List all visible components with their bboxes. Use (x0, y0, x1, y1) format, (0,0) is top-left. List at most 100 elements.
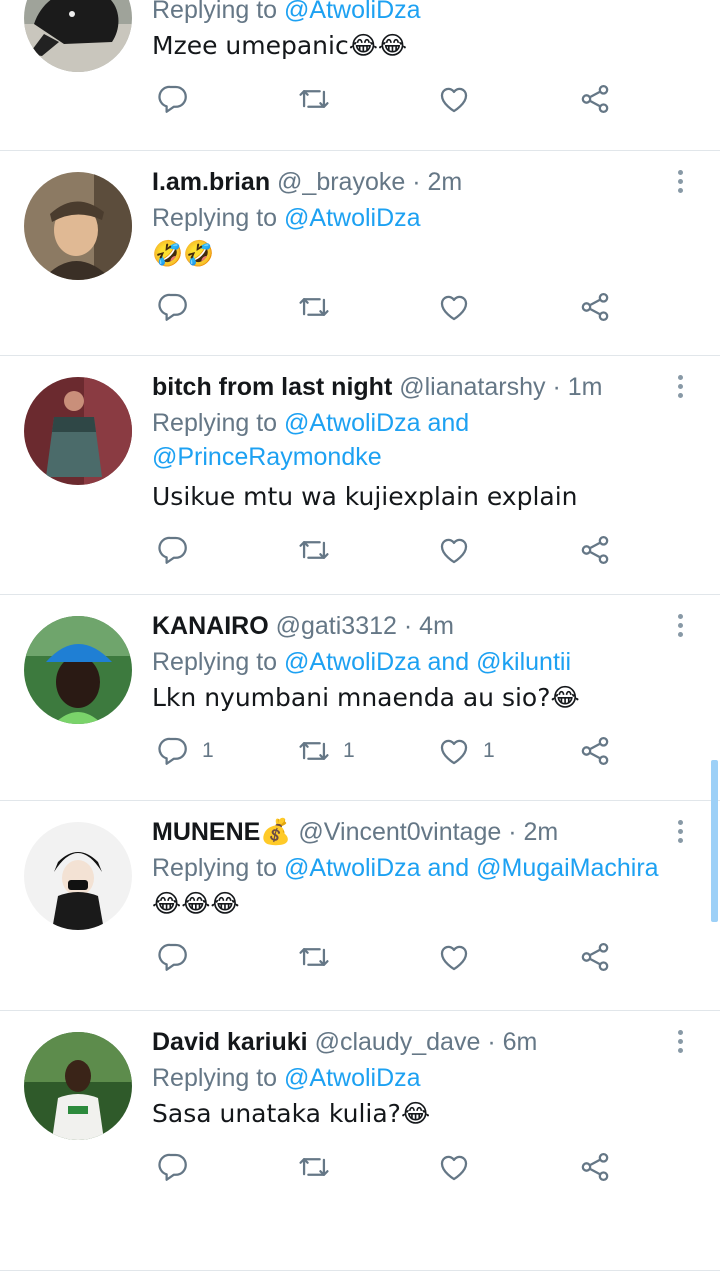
tweet-card: Replying to @AtwoliDza Mzee umepanic😂😂 (0, 0, 720, 151)
author-handle[interactable]: @lianatarshy (399, 373, 545, 401)
retweet-button[interactable] (297, 940, 343, 974)
retweet-button[interactable]: 1 (297, 734, 355, 768)
retweet-icon (297, 533, 331, 567)
avatar[interactable] (24, 1032, 132, 1140)
like-icon (437, 290, 471, 324)
retweet-icon (297, 82, 331, 116)
tweet-header: I.am.brian @_brayoke · 2m (152, 166, 462, 198)
reply-button[interactable]: 1 (156, 734, 214, 768)
avatar[interactable] (24, 822, 132, 930)
replying-to: Replying to @AtwoliDza (152, 1062, 421, 1094)
share-button[interactable] (578, 82, 612, 116)
tweet-card: I.am.brian @_brayoke · 2m Replying to @At… (0, 150, 720, 356)
reply-button[interactable] (156, 82, 202, 116)
tweet-time: · 2m (508, 818, 559, 846)
more-vertical-icon[interactable] (669, 614, 691, 644)
replying-to: Replying to @AtwoliDza (152, 202, 421, 234)
retweet-button[interactable] (297, 290, 343, 324)
replying-label: Replying to (152, 204, 278, 232)
retweet-button[interactable] (297, 1150, 343, 1184)
reply-button[interactable] (156, 290, 202, 324)
retweet-icon (297, 734, 331, 768)
tweet-text: 🤣🤣 (152, 239, 215, 268)
like-count: 1 (483, 739, 495, 762)
replying-to-continued: @PrinceRaymondke (152, 441, 382, 473)
mention-link[interactable]: @AtwoliDza and @kiluntii (284, 648, 571, 676)
tweet-text: Sasa unataka kulia?😂 (152, 1099, 431, 1128)
avatar[interactable] (24, 377, 132, 485)
replying-to: Replying to @AtwoliDza (152, 0, 421, 26)
tweet-text: 😂😂😂 (152, 889, 240, 918)
like-icon (437, 940, 471, 974)
author-handle[interactable]: @_brayoke (277, 168, 405, 196)
share-icon (578, 734, 612, 768)
tweet-time: · 6m (487, 1028, 538, 1056)
reply-button[interactable] (156, 533, 202, 567)
mention-link[interactable]: @AtwoliDza (284, 204, 421, 232)
mention-link[interactable]: @PrinceRaymondke (152, 443, 382, 471)
tweet-text: Mzee umepanic😂😂 (152, 31, 408, 60)
share-button[interactable] (578, 1150, 612, 1184)
replying-to: Replying to @AtwoliDza and (152, 407, 469, 439)
more-vertical-icon[interactable] (669, 170, 691, 200)
more-vertical-icon[interactable] (669, 820, 691, 850)
tweet-time: · 1m (552, 373, 603, 401)
author-handle[interactable]: @Vincent0vintage (298, 818, 501, 846)
like-button[interactable]: 1 (437, 734, 495, 768)
author-handle[interactable]: @gati3312 (276, 612, 397, 640)
more-vertical-icon[interactable] (669, 1030, 691, 1060)
reply-icon (156, 533, 190, 567)
tweet-card: David kariuki @claudy_dave · 6m Replying … (0, 1010, 720, 1271)
author-name[interactable]: David kariuki (152, 1028, 308, 1056)
reply-button[interactable] (156, 1150, 202, 1184)
author-name[interactable]: MUNENE💰 (152, 818, 291, 846)
replying-to: Replying to @AtwoliDza and @kiluntii (152, 646, 571, 678)
like-icon (437, 533, 471, 567)
author-name[interactable]: KANAIRO (152, 612, 269, 640)
like-icon (437, 82, 471, 116)
share-button[interactable] (578, 734, 612, 768)
retweet-icon (297, 940, 331, 974)
retweet-count: 1 (343, 739, 355, 762)
retweet-button[interactable] (297, 533, 343, 567)
like-button[interactable] (437, 82, 483, 116)
share-icon (578, 290, 612, 324)
retweet-button[interactable] (297, 82, 343, 116)
share-button[interactable] (578, 940, 612, 974)
avatar[interactable] (24, 0, 132, 72)
mention-link[interactable]: @AtwoliDza (284, 0, 421, 24)
like-icon (437, 1150, 471, 1184)
like-button[interactable] (437, 533, 483, 567)
author-name[interactable]: bitch from last night (152, 373, 392, 401)
tweet-header: David kariuki @claudy_dave · 6m (152, 1026, 537, 1058)
mention-link[interactable]: @AtwoliDza (284, 1064, 421, 1092)
avatar[interactable] (24, 172, 132, 280)
tweet-time: · 2m (412, 168, 463, 196)
author-handle[interactable]: @claudy_dave (315, 1028, 481, 1056)
retweet-icon (297, 1150, 331, 1184)
reply-icon (156, 734, 190, 768)
tweet-text: Usikue mtu wa kujiexplain explain (152, 482, 578, 511)
retweet-icon (297, 290, 331, 324)
reply-count: 1 (202, 739, 214, 762)
reply-icon (156, 940, 190, 974)
mention-link[interactable]: @AtwoliDza and (284, 409, 469, 437)
like-button[interactable] (437, 1150, 483, 1184)
reply-button[interactable] (156, 940, 202, 974)
tweet-header: KANAIRO @gati3312 · 4m (152, 610, 454, 642)
reply-icon (156, 82, 190, 116)
scrollbar[interactable] (711, 760, 718, 922)
tweet-card: MUNENE💰 @Vincent0vintage · 2m Replying to… (0, 800, 720, 1011)
tweet-time: · 4m (403, 612, 454, 640)
avatar[interactable] (24, 616, 132, 724)
share-icon (578, 940, 612, 974)
share-button[interactable] (578, 290, 612, 324)
replying-label: Replying to (152, 854, 278, 882)
replying-label: Replying to (152, 648, 278, 676)
more-vertical-icon[interactable] (669, 375, 691, 405)
author-name[interactable]: I.am.brian (152, 168, 270, 196)
mention-link[interactable]: @AtwoliDza and @MugaiMachira (284, 854, 659, 882)
share-button[interactable] (578, 533, 612, 567)
like-button[interactable] (437, 940, 483, 974)
like-button[interactable] (437, 290, 483, 324)
